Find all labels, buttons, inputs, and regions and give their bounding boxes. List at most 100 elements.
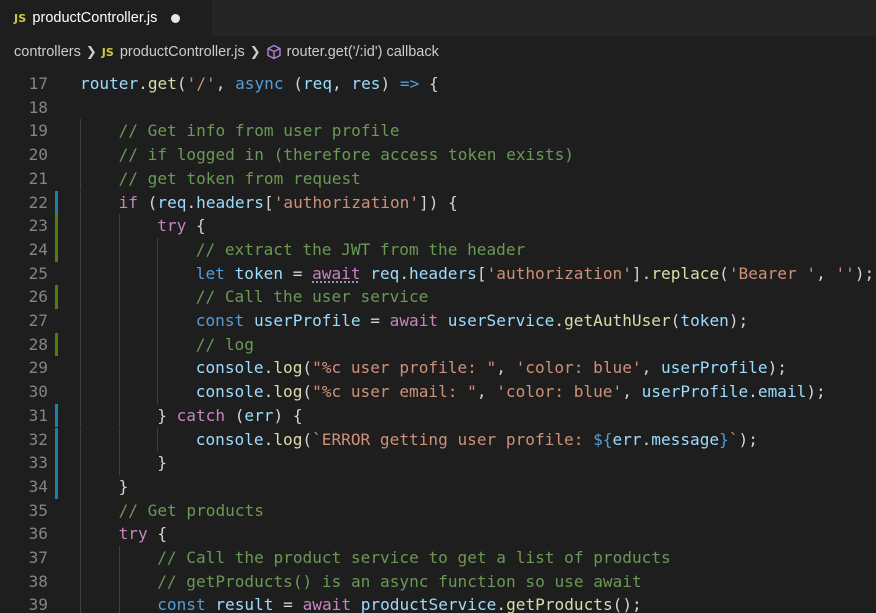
code-token: productService (360, 595, 497, 613)
code-line[interactable]: 20 // if logged in (therefore access toke… (0, 143, 876, 167)
code-line[interactable]: 32 console.log(`ERROR getting user profil… (0, 427, 876, 452)
code-token: userService (447, 311, 555, 330)
indent-guide (157, 427, 159, 452)
code-token: 'color: blue' (496, 382, 623, 402)
code-token: token (680, 311, 729, 330)
code-token: userProfile (660, 358, 768, 378)
code-token: const (195, 311, 245, 330)
code-token: . (186, 192, 197, 212)
line-number: 31 (28, 405, 48, 425)
line-content: // get token from request (119, 167, 361, 191)
chevron-right-icon: ❯ (249, 44, 261, 59)
code-line[interactable]: 19 // Get info from user profile (0, 119, 876, 144)
code-token: // Get info from user profile (118, 121, 400, 141)
code-line[interactable]: 26 // Call the user service (0, 285, 876, 309)
indent-guide (157, 309, 159, 333)
line-number: 17 (28, 74, 48, 93)
indent-guide (80, 190, 81, 215)
code-token: . (263, 358, 274, 378)
code-token: ( (225, 405, 245, 425)
code-token: req (157, 192, 187, 212)
line-number: 33 (28, 453, 48, 473)
code-line[interactable]: 36 try { (0, 522, 876, 546)
code-line[interactable]: 28 // log (0, 332, 876, 357)
code-token: token (234, 263, 284, 283)
indent-guide (118, 332, 120, 357)
breadcrumb: controllers ❯ JS productController.js ❯ … (0, 36, 876, 68)
gutter-modified-marker[interactable] (55, 474, 58, 499)
code-line[interactable]: 35 // Get products (0, 498, 876, 523)
gutter-modified-marker[interactable] (55, 190, 58, 215)
code-token: result (215, 595, 274, 613)
line-number: 19 (28, 121, 48, 141)
indent-guide (118, 593, 120, 613)
javascript-file-icon: JS (101, 45, 114, 59)
code-editor[interactable]: 17 router.get('/', async (req, res) => {1… (0, 72, 876, 613)
code-line[interactable]: 39 const result = await productService.ge… (0, 593, 876, 613)
gutter-added-marker[interactable] (55, 285, 58, 309)
breadcrumb-file[interactable]: productController.js (120, 44, 245, 60)
gutter-added-marker[interactable] (55, 332, 58, 357)
code-token: = (360, 311, 390, 330)
code-token: ) { (273, 405, 303, 425)
code-token: , (215, 74, 236, 93)
code-line[interactable]: 17 router.get('/', async (req, res) => { (0, 72, 876, 96)
code-token: console (195, 429, 264, 449)
gutter-added-marker[interactable] (55, 237, 58, 262)
code-token: ( (137, 192, 158, 212)
code-token: err (612, 429, 642, 449)
breadcrumb-folder-controllers[interactable]: controllers (14, 44, 81, 60)
gutter-modified-marker[interactable] (55, 451, 58, 475)
code-token: if (118, 192, 138, 212)
indent-guide (157, 332, 159, 357)
tab-productcontroller[interactable]: JS productController.js (0, 0, 212, 36)
code-token: } (719, 429, 729, 449)
indent-guide (80, 498, 81, 523)
code-line[interactable]: 34} (0, 474, 876, 499)
code-token: `ERROR getting user profile: (312, 429, 594, 449)
line-content: } (157, 451, 167, 475)
indent-guide (157, 237, 159, 262)
line-content: // Get info from user profile (119, 119, 400, 143)
code-token: ( (302, 358, 313, 378)
code-token: log (273, 429, 303, 449)
code-token: ( (719, 263, 729, 283)
line-content: console.log("%c user profile: ", 'color:… (196, 356, 787, 380)
code-token: userProfile (253, 311, 361, 330)
code-line[interactable]: 25 let token = await req.headers['authori… (0, 261, 876, 286)
code-token: await (389, 311, 439, 330)
line-content: // Get products (119, 499, 264, 523)
code-line[interactable]: 27 const userProfile = await userService.… (0, 309, 876, 333)
code-token: ${ (593, 429, 613, 449)
code-line[interactable]: 23 try { (0, 214, 876, 238)
gutter-modified-marker[interactable] (55, 427, 58, 452)
code-line[interactable]: 21 // get token from request (0, 166, 876, 191)
unsaved-changes-dot-icon[interactable] (171, 13, 181, 23)
code-line[interactable]: 29 console.log("%c user profile: ", 'colo… (0, 356, 876, 381)
code-token: // Get products (118, 500, 264, 520)
line-content: // Call the product service to get a lis… (157, 546, 671, 570)
code-line[interactable]: 31} catch (err) { (0, 403, 876, 428)
code-line[interactable]: 24 // extract the JWT from the header (0, 237, 876, 262)
gutter-added-marker[interactable] (55, 214, 58, 238)
line-content: if (req.headers['authorization']) { (119, 191, 458, 215)
tab-label: productController.js (32, 10, 158, 26)
code-token: [ (476, 263, 487, 283)
code-line[interactable]: 38 // getProducts() is an async function … (0, 569, 876, 594)
line-number: 27 (28, 311, 48, 330)
code-token: . (263, 429, 274, 449)
line-number: 35 (28, 500, 48, 520)
gutter-modified-marker[interactable] (55, 403, 58, 428)
code-line[interactable]: 30 console.log("%c user email: ", 'color:… (0, 380, 876, 404)
code-line[interactable]: 18 (0, 96, 876, 120)
code-line[interactable]: 33} (0, 451, 876, 475)
code-line[interactable]: 37 // Call the product service to get a l… (0, 546, 876, 570)
line-content: try { (119, 522, 167, 546)
line-number: 20 (28, 145, 48, 165)
line-content: } (119, 475, 129, 499)
code-token: ]. (631, 263, 652, 283)
breadcrumb-symbol[interactable]: router.get('/:id') callback (287, 44, 439, 60)
code-line[interactable]: 22 if (req.headers['authorization']) { (0, 190, 876, 215)
